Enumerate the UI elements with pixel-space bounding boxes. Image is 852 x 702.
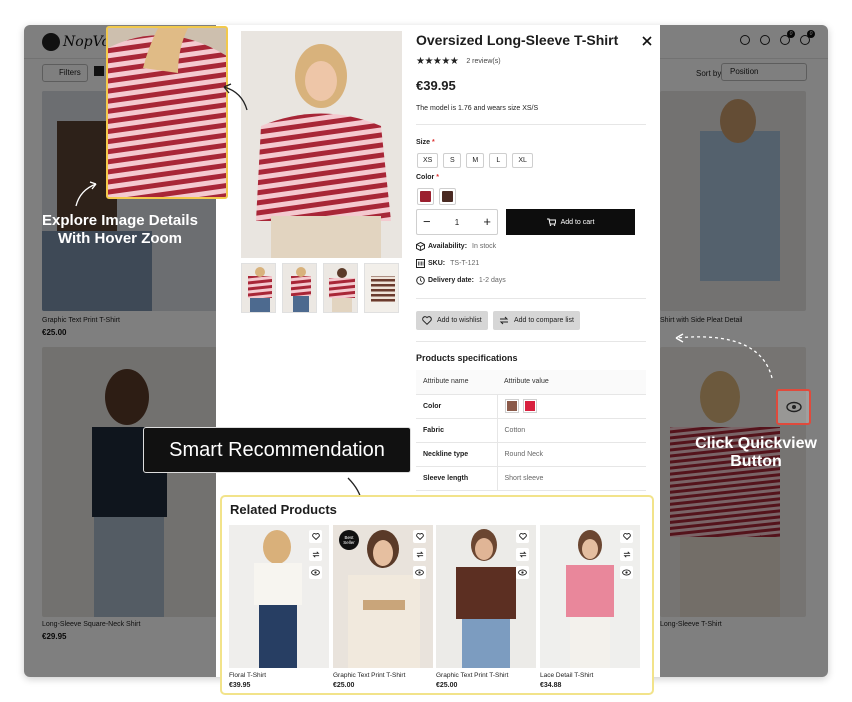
eye-icon [518, 569, 527, 576]
related-products-title: Related Products [230, 502, 337, 517]
wishlist-button[interactable] [516, 530, 529, 543]
compare-arrows-icon [312, 551, 319, 558]
heart-icon [518, 533, 527, 540]
smart-recommendation-label: Smart Recommendation [143, 427, 411, 473]
eye-icon [415, 569, 424, 576]
quickview-button[interactable] [516, 566, 529, 579]
quickview-button[interactable] [620, 566, 633, 579]
heart-icon [415, 533, 424, 540]
quickview-button[interactable] [309, 566, 322, 579]
wishlist-button[interactable] [309, 530, 322, 543]
related-product-image[interactable] [436, 525, 536, 668]
quickview-button[interactable] [413, 566, 426, 579]
related-product-price: €39.95 [229, 682, 251, 689]
related-product-name[interactable]: Lace Detail T-Shirt [540, 672, 640, 679]
heart-icon [311, 533, 320, 540]
related-product-card[interactable]: Best Seller Graphic Text Print T-Shirt €… [333, 525, 433, 689]
hover-zoom-caption: Explore Image Details With Hover Zoom [30, 212, 210, 248]
related-product-image[interactable] [229, 525, 329, 668]
related-product-price: €34.88 [540, 682, 562, 689]
eye-icon [622, 569, 631, 576]
heart-icon [622, 533, 631, 540]
compare-button[interactable] [309, 548, 322, 561]
related-product-card[interactable]: Floral T-Shirt €39.95 [229, 525, 329, 689]
best-seller-badge: Best Seller [339, 530, 359, 550]
compare-button[interactable] [516, 548, 529, 561]
related-products-panel: Related Products Floral T-Shirt €39.95 B… [220, 495, 654, 695]
screenshot-stage: NopVogue 0 0 Filters Sort by Position Gr… [0, 0, 852, 702]
related-product-price: €25.00 [333, 682, 355, 689]
related-product-name[interactable]: Floral T-Shirt [229, 672, 329, 679]
compare-button[interactable] [620, 548, 633, 561]
caption-line: Button [730, 453, 782, 470]
compare-arrows-icon [519, 551, 526, 558]
compare-arrows-icon [623, 551, 630, 558]
related-product-name[interactable]: Graphic Text Print T-Shirt [436, 672, 536, 679]
eye-icon [311, 569, 320, 576]
related-product-name[interactable]: Graphic Text Print T-Shirt [333, 672, 433, 679]
related-product-card[interactable]: Lace Detail T-Shirt €34.88 [540, 525, 640, 689]
caption-line: With Hover Zoom [57, 230, 183, 247]
related-product-card[interactable]: Graphic Text Print T-Shirt €25.00 [436, 525, 536, 689]
caption-line: Explore Image Details [42, 212, 198, 229]
product-photo [540, 525, 640, 668]
compare-arrows-icon [416, 551, 423, 558]
related-product-image[interactable] [540, 525, 640, 668]
compare-button[interactable] [413, 548, 426, 561]
related-product-price: €25.00 [436, 682, 458, 689]
product-photo [229, 525, 329, 668]
quickview-caption: Click Quickview Button [676, 435, 836, 471]
caption-line: Click Quickview [695, 435, 817, 452]
related-product-image[interactable]: Best Seller [333, 525, 433, 668]
wishlist-button[interactable] [413, 530, 426, 543]
wishlist-button[interactable] [620, 530, 633, 543]
product-photo [436, 525, 536, 668]
